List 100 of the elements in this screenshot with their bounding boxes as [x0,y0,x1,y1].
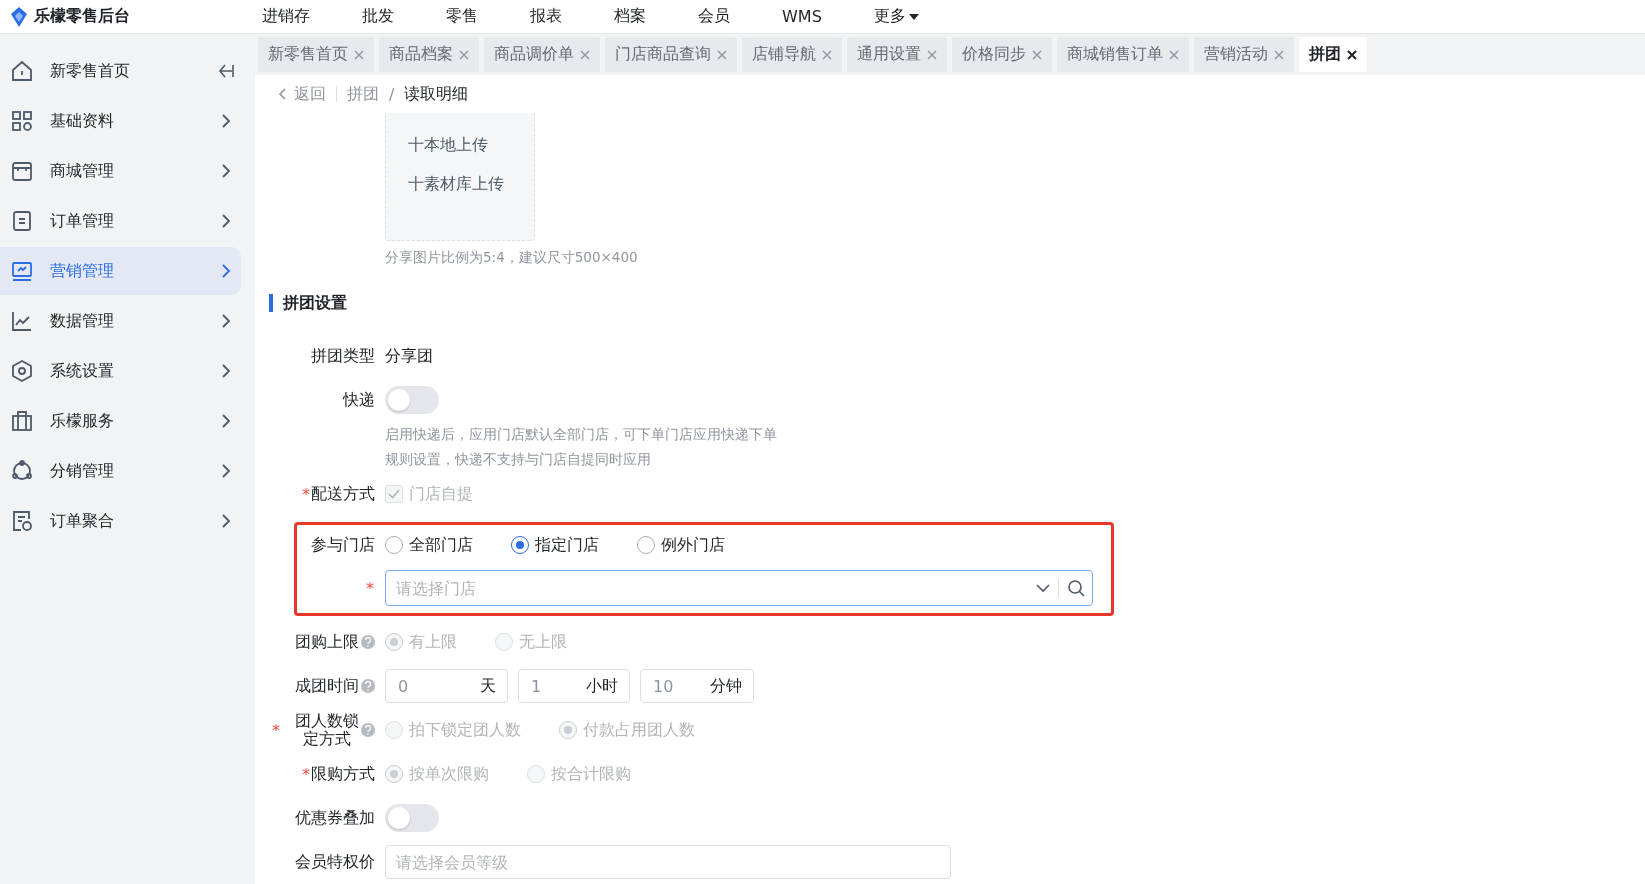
page-tab[interactable]: 新零售首页 [258,37,374,72]
radio-label: 例外门店 [661,534,725,556]
grid-icon [10,109,34,133]
store-icon [10,159,34,183]
page-tab[interactable]: 门店商品查询 [605,37,737,72]
app-title: 乐檬零售后台 [34,6,130,27]
sidebar-item[interactable]: 乐檬服务 [0,397,241,445]
sidebar-item[interactable]: 基础资料 [0,97,241,145]
page-tab[interactable]: 营销活动 [1194,37,1294,72]
help-icon[interactable] [361,679,375,693]
required-mark: * [302,484,310,504]
sidebar-item[interactable]: 订单管理 [0,197,241,245]
hint-text: 规则设置，快递不支持与门店自提同时应用 [385,450,652,469]
chevron-down-icon [1036,583,1050,593]
collapse-icon[interactable] [218,64,234,78]
sidebar-item[interactable]: 分销管理 [0,447,241,495]
sidebar-item[interactable]: 系统设置 [0,347,241,395]
page-tab[interactable]: 商城销售订单 [1057,37,1189,72]
close-icon[interactable] [1347,49,1357,60]
breadcrumb-separator: / [389,84,395,104]
logo-icon [10,5,28,28]
help-icon[interactable] [361,723,375,737]
radio-label: 全部门店 [409,534,473,556]
nav-item[interactable]: 报表 [530,6,562,27]
settings-icon [10,359,34,383]
checkbox-label: 门店自提 [409,483,473,505]
nav-item[interactable]: 会员 [698,6,730,27]
member-level-field[interactable]: 请选择会员等级 [385,845,951,879]
unit-label: 分钟 [710,676,742,697]
nav-item[interactable]: 更多 [873,6,919,27]
nav-item[interactable]: 批发 [362,6,394,27]
chevron-left-icon [278,88,286,100]
radio-button[interactable] [637,536,655,554]
chevron-right-icon [221,164,231,178]
radio-option[interactable]: 指定门店 [511,534,599,556]
page-tab[interactable]: 拼团 [1299,37,1367,72]
required-mark: * [366,578,374,598]
field-value: 分享团 [385,345,433,367]
upload-link[interactable]: 十素材库上传 [408,174,534,195]
radio-label: 无上限 [519,631,567,653]
nav-item[interactable]: WMS [782,7,822,26]
store-select[interactable]: 请选择门店 [385,570,1093,606]
field-label: 配送方式 [311,485,375,503]
line-chart-icon [10,309,34,333]
nav-item[interactable]: 零售 [446,6,478,27]
toggle-switch[interactable] [385,386,439,414]
required-mark: * [272,720,280,740]
briefcase-icon [10,409,34,433]
section-title: 拼团设置 [269,294,1645,312]
required-mark: * [302,764,310,784]
field-label: 团购上限 [295,633,359,651]
chevron-right-icon [221,514,231,528]
radio-option[interactable]: 例外门店 [637,534,725,556]
help-icon[interactable] [361,635,375,649]
sidebar-item[interactable]: 新零售首页 [0,47,241,95]
radio-label: 按合计限购 [551,763,631,785]
page-tab[interactable]: 店铺导航 [742,37,842,72]
document-icon [10,209,34,233]
chevron-right-icon [221,414,231,428]
radio-label: 拍下锁定团人数 [409,719,521,741]
document-gear-icon [10,509,34,533]
radio-button[interactable] [385,536,403,554]
chevron-right-icon [221,214,231,228]
field-label: 团人数锁定方式 [294,712,359,748]
nav-item[interactable]: 进销存 [262,6,310,27]
page-tab[interactable]: 通用设置 [847,37,947,72]
sidebar-item[interactable]: 商城管理 [0,147,241,195]
field-label: 成团时间 [295,677,359,695]
network-icon [10,459,34,483]
breadcrumb-item: 读取明细 [404,83,469,105]
page-tab[interactable]: 价格同步 [952,37,1052,72]
upload-link[interactable]: 十本地上传 [408,135,534,156]
toggle-switch[interactable] [385,804,439,832]
field-label: 拼团类型 [311,347,375,365]
radio-label: 付款占用团人数 [583,719,695,741]
chevron-right-icon [221,114,231,128]
caret-icon [908,13,919,20]
field-label: 限购方式 [311,765,375,783]
chevron-right-icon [221,364,231,378]
upload-hint: 分享图片比例为5:4，建议尺寸500×400 [385,248,639,267]
radio-button[interactable] [511,536,529,554]
field-label: 会员特权价 [295,853,375,871]
field-label: 快递 [343,391,375,409]
radio-label: 有上限 [409,631,457,653]
chevron-right-icon [221,264,231,278]
radio-option[interactable]: 全部门店 [385,534,473,556]
page-tab[interactable]: 商品调价单 [484,37,600,72]
unit-label: 小时 [586,676,618,697]
radio-label: 指定门店 [535,534,599,556]
sidebar-item[interactable]: 营销管理 [0,247,241,295]
sidebar-item[interactable]: 订单聚合 [0,497,241,545]
nav-item[interactable]: 档案 [614,6,646,27]
search-icon[interactable] [1067,579,1085,597]
unit-label: 天 [480,676,496,697]
monitor-icon [10,259,34,283]
page-tab[interactable]: 商品档案 [379,37,479,72]
upload-area[interactable]: 十本地上传 十素材库上传 [385,113,535,241]
field-label: 优惠券叠加 [295,809,375,827]
house-icon [10,59,34,83]
sidebar-item[interactable]: 数据管理 [0,297,241,345]
